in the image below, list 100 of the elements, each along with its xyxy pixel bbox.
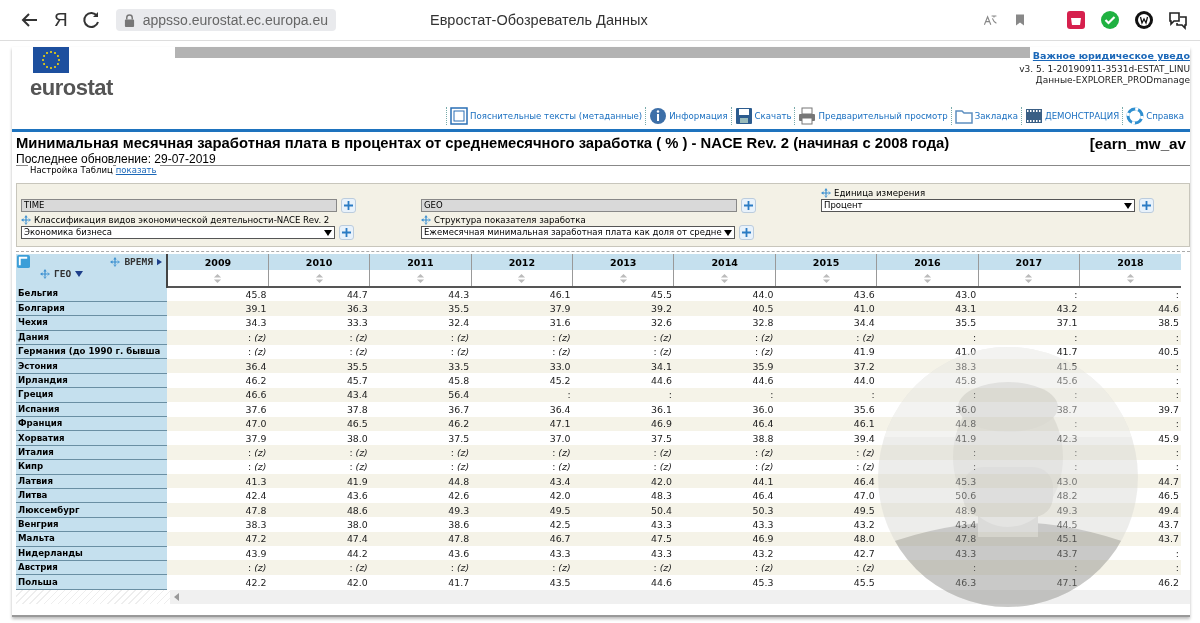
table-cell: 43.2: [853, 518, 875, 530]
table-cell: 47.1: [1056, 576, 1078, 588]
add-button[interactable]: [339, 225, 354, 240]
table-cell: :: [1074, 289, 1078, 301]
table-cell: 37.2: [853, 360, 875, 372]
table-cell: :: [1175, 418, 1179, 430]
table-cell: : (z): [349, 346, 368, 358]
table-cell: : (z): [754, 447, 774, 458]
time-axis-label[interactable]: ВРЕМЯ: [124, 256, 153, 267]
translate-icon[interactable]: [982, 12, 998, 28]
reload-icon[interactable]: [81, 10, 102, 30]
table-cell: : (z): [349, 461, 368, 473]
table-cell: :: [972, 461, 977, 473]
sort-icon[interactable]: [1024, 273, 1034, 283]
move-icon[interactable]: [21, 215, 31, 225]
sort-icon[interactable]: [618, 273, 628, 283]
table-cell: 41.7: [1056, 346, 1078, 358]
browser-logo[interactable]: Я: [54, 9, 68, 31]
dropdown[interactable]: Процент: [821, 199, 1135, 212]
table-cell: 42.5: [549, 518, 571, 530]
printer-icon: [798, 107, 817, 125]
sort-icon[interactable]: [720, 273, 730, 283]
table-cell: 47.8: [955, 533, 977, 545]
move-icon[interactable]: [40, 268, 50, 279]
extension-icon[interactable]: [1134, 10, 1154, 30]
table-cell: 43.3: [955, 547, 977, 559]
table-cell: 35.5: [346, 360, 368, 372]
move-icon[interactable]: [421, 215, 431, 225]
table-cell: 43.0: [1056, 475, 1078, 487]
table-cell: : (z): [754, 562, 774, 574]
table-cell: 45.5: [651, 289, 672, 301]
sort-icon[interactable]: [1126, 273, 1135, 283]
table-cell: 45.1: [1056, 533, 1078, 545]
table-cell: : (z): [552, 331, 571, 343]
sort-icon[interactable]: [821, 273, 831, 283]
left-arrow-icon[interactable]: [174, 592, 179, 601]
table-cell: : (z): [552, 461, 571, 473]
table-cell: 43.7: [1056, 547, 1078, 559]
table-cell: 41.9: [346, 475, 368, 487]
down-arrow-icon[interactable]: [75, 270, 84, 277]
show-link[interactable]: показать: [115, 165, 160, 178]
table-cell: 46.9: [752, 533, 774, 545]
toolbar-link[interactable]: Закладка: [950, 107, 1018, 125]
table-icon[interactable]: [17, 255, 30, 268]
toolbar-link[interactable]: Информация: [645, 107, 728, 125]
check-icon[interactable]: [1100, 10, 1120, 30]
table-cell: : (z): [856, 447, 875, 458]
toolbar-link[interactable]: Справка: [1122, 107, 1184, 125]
eurostat-logo[interactable]: eurostat: [30, 75, 175, 101]
table-cell: 37.8: [346, 403, 368, 415]
table-cell: 48.9: [955, 504, 977, 516]
table-cell: 56.4: [448, 389, 470, 401]
dataset-code: [earn_mw_av: [1089, 135, 1186, 152]
add-button[interactable]: [741, 198, 756, 213]
table-cell: 32.4: [448, 317, 470, 329]
table-cell: 41.0: [955, 346, 977, 358]
address-bar[interactable]: appsso.eurostat.ec.europa.eu: [115, 9, 336, 31]
table-cell: 41.9: [955, 432, 977, 444]
sort-icon[interactable]: [517, 273, 527, 283]
toolbar-link[interactable]: ДЕМОНСТРАЦИЯ: [1020, 107, 1120, 125]
table-cell: 43.7: [1158, 518, 1179, 530]
table-cell: 41.9: [853, 346, 875, 358]
table-cell: 44.0: [752, 289, 774, 301]
right-arrow-icon[interactable]: [157, 257, 162, 266]
table-cell: 44.8: [448, 475, 470, 487]
toolbar-link[interactable]: Предварительный просмотр: [794, 107, 948, 125]
table-cell: 34.3: [245, 317, 267, 329]
add-button[interactable]: [341, 198, 356, 213]
scroll-bar[interactable]: [170, 589, 1190, 604]
sort-icon[interactable]: [415, 273, 425, 283]
table-cell: 37.6: [245, 403, 267, 415]
table-cell: 36.4: [549, 403, 571, 415]
table-cell: 45.6: [1056, 375, 1078, 387]
table-cell: :: [1175, 389, 1179, 401]
geo-axis-label[interactable]: ГЕО: [54, 268, 72, 279]
dropdown[interactable]: Экономика бизнеса: [21, 226, 335, 239]
table-cell: 48.0: [853, 533, 875, 545]
table-cell: : (z): [450, 346, 470, 358]
table-cell: 42.3: [1056, 432, 1078, 444]
table-cell: :: [871, 389, 875, 401]
update-date: Последнее обновление: 29-07-2019: [15, 152, 217, 166]
add-button[interactable]: [1139, 198, 1154, 213]
fixed-field: GEO: [421, 199, 737, 212]
sort-icon[interactable]: [213, 273, 223, 283]
move-icon[interactable]: [821, 188, 831, 198]
add-button[interactable]: [739, 225, 754, 240]
filter-label: Классификация видов экономической деятельности-NACE Rev. 2: [34, 215, 330, 225]
table-cell: 44.6: [651, 375, 672, 387]
dropdown[interactable]: Ежемесячная минимальная заработная плата как доля от средне: [421, 226, 735, 239]
table-cell: 45.7: [346, 375, 368, 387]
toolbar-link[interactable]: Скачать: [730, 107, 792, 125]
legal-link[interactable]: Важное юридическое уведо: [1032, 50, 1190, 61]
sort-icon[interactable]: [314, 273, 324, 283]
move-icon[interactable]: [110, 256, 121, 267]
table-cell: :: [668, 389, 672, 401]
toolbar-link[interactable]: Пояснительные тексты (метаданные): [446, 107, 643, 125]
feedback-icon[interactable]: [1168, 10, 1188, 30]
sort-icon[interactable]: [922, 273, 932, 283]
table-cell: :: [1175, 289, 1179, 301]
table-cell: 50.3: [752, 504, 774, 516]
